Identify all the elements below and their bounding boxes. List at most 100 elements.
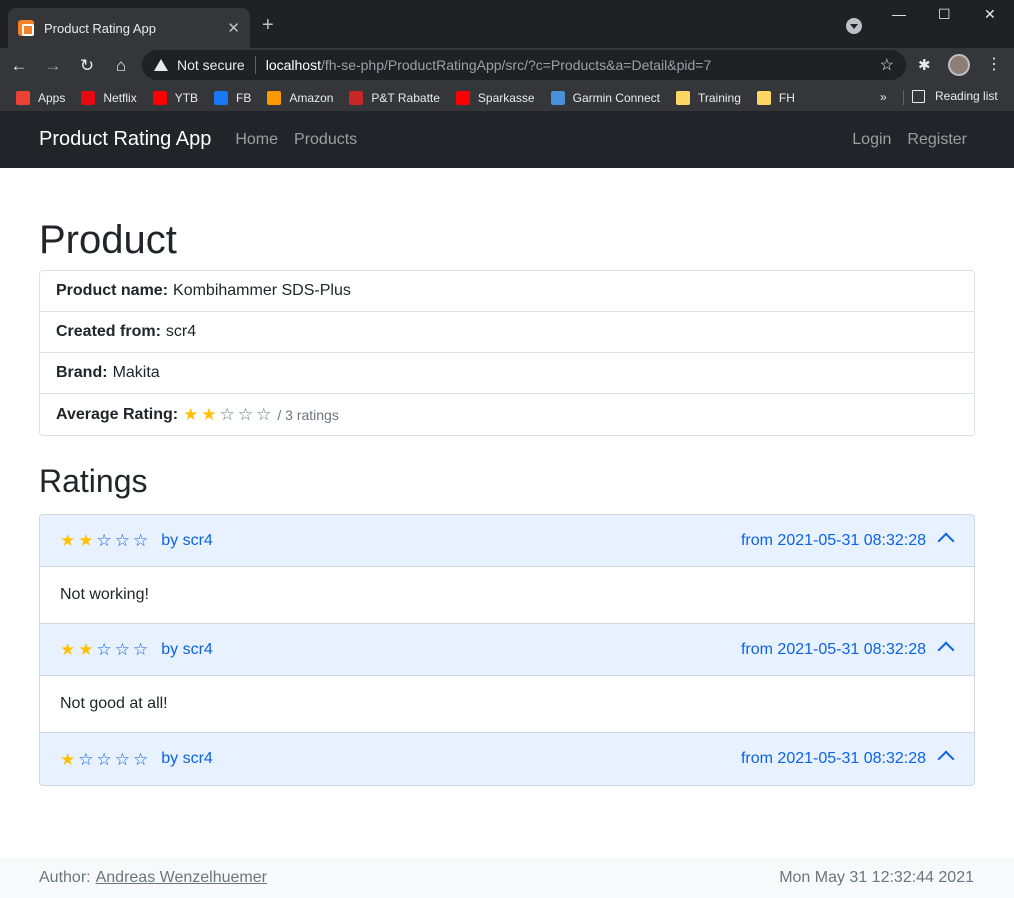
warning-icon <box>154 59 168 71</box>
back-icon[interactable]: ← <box>4 56 34 76</box>
author-link[interactable]: Andreas Wenzelhuemer <box>96 869 267 887</box>
window-close-icon[interactable]: ✕ <box>984 6 996 23</box>
ratings-heading: Ratings <box>39 463 148 499</box>
rating-header[interactable]: ★ ★ ☆ ☆ ☆ by scr4 from 2021-05-31 08:32:28 <box>40 624 974 676</box>
nav-home[interactable]: Home <box>235 131 278 149</box>
close-tab-icon[interactable]: ✕ <box>227 19 240 37</box>
rating-header[interactable]: ★ ☆ ☆ ☆ ☆ by scr4 from 2021-05-31 08:32:28 <box>40 733 974 785</box>
bookmark-item[interactable]: Amazon <box>267 90 334 105</box>
brand-row: Brand: Makita <box>40 353 974 394</box>
bookmark-label: Amazon <box>289 90 334 105</box>
rating-comment: Not good at all! <box>40 676 974 733</box>
bookmark-icon <box>16 90 30 105</box>
bookmark-item[interactable]: Apps <box>16 90 65 105</box>
empty-star-icon: ☆ <box>78 749 94 769</box>
product-details: Product name: Kombihammer SDS-Plus Creat… <box>39 270 975 436</box>
bookmark-item[interactable]: Training <box>675 90 741 105</box>
empty-star-icon: ☆ <box>133 749 149 769</box>
rating-author: by scr4 <box>161 750 213 767</box>
average-rating-stars: ★ ★ ☆ ☆ ☆ <box>183 406 274 423</box>
bookmark-item[interactable]: Garmin Connect <box>550 90 660 105</box>
bookmark-label: FB <box>236 90 252 105</box>
empty-star-icon: ☆ <box>237 405 254 424</box>
filled-star-icon: ★ <box>78 640 94 659</box>
bookmark-label: YTB <box>174 90 199 105</box>
bookmarks-divider <box>903 90 904 105</box>
maximize-icon[interactable]: ☐ <box>938 6 951 23</box>
bookmark-label: Garmin Connect <box>572 90 660 105</box>
empty-star-icon: ☆ <box>96 531 112 550</box>
bookmark-icon <box>550 90 565 105</box>
rating-count: / 3 ratings <box>277 406 339 423</box>
tab-bar: Product Rating App ✕ + — ☐ ✕ <box>0 0 1014 48</box>
nav-login[interactable]: Login <box>852 131 891 149</box>
rating-author: by scr4 <box>161 640 213 658</box>
rating-stars: ★ ★ ☆ ☆ ☆ <box>60 532 151 549</box>
bookmark-item[interactable]: Netflix <box>81 90 137 105</box>
tab-search-icon[interactable] <box>846 18 862 34</box>
rating-author: by scr4 <box>161 531 213 549</box>
empty-star-icon: ☆ <box>96 640 112 659</box>
nav-products[interactable]: Products <box>294 131 357 149</box>
more-bookmarks-icon[interactable]: » <box>880 90 887 104</box>
omnibox-divider <box>254 56 256 74</box>
bookmark-label: Training <box>697 90 741 105</box>
page-footer: Author: Andreas Wenzelhuemer Mon May 31 … <box>0 857 1014 898</box>
security-label: Not secure <box>177 57 245 73</box>
bookmark-icon <box>756 90 771 105</box>
bookmark-item[interactable]: Sparkasse <box>455 90 535 105</box>
rating-comment: Not working! <box>40 567 974 624</box>
bookmark-item[interactable]: FB <box>214 90 252 105</box>
app-navbar: Product Rating App Home Products Login R… <box>0 111 1014 168</box>
url-host: localhost <box>265 57 321 73</box>
address-bar[interactable]: Not secure localhost /fh-se-php/ProductR… <box>142 50 906 80</box>
reload-icon[interactable]: ↻ <box>72 56 102 76</box>
product-name-label: Product name: <box>56 282 169 299</box>
bookmark-icon <box>267 90 282 105</box>
browser-tab[interactable]: Product Rating App ✕ <box>8 8 250 48</box>
bookmark-item[interactable]: FH <box>756 90 795 105</box>
new-tab-icon[interactable]: + <box>262 14 274 37</box>
rating-stars: ★ ☆ ☆ ☆ ☆ <box>60 751 151 768</box>
bookmark-star-icon[interactable]: ☆ <box>880 55 894 75</box>
brand-label: Brand: <box>56 364 108 381</box>
rating-date: from 2021-05-31 08:32:28 <box>740 750 926 767</box>
profile-avatar[interactable] <box>948 54 970 76</box>
nav-register[interactable]: Register <box>907 131 967 149</box>
product-heading: Product <box>39 218 177 262</box>
reading-list-icon <box>912 89 925 103</box>
bookmarks-bar: Apps Netflix YTB FB Amazon P&T Rabatte Sparkas… <box>0 84 1014 111</box>
home-icon[interactable]: ⌂ <box>106 56 136 76</box>
minimize-icon[interactable]: — <box>892 6 906 22</box>
rating-date: from 2021-05-31 08:32:28 <box>740 531 926 549</box>
average-rating-label: Average Rating: <box>56 405 179 423</box>
chevron-up-icon[interactable] <box>937 532 955 550</box>
reading-list-button[interactable]: Reading list <box>912 89 998 103</box>
rating-date: from 2021-05-31 08:32:28 <box>740 640 926 658</box>
author-label: Author: <box>39 868 91 886</box>
navbar-right: Login Register <box>836 111 967 168</box>
empty-star-icon: ☆ <box>114 640 130 659</box>
empty-star-icon: ☆ <box>133 640 149 659</box>
rating-header[interactable]: ★ ★ ☆ ☆ ☆ by scr4 from 2021-05-31 08:32:28 <box>40 515 974 567</box>
bookmark-icon <box>152 90 167 105</box>
url-path: /fh-se-php/ProductRatingApp/src/?c=Produ… <box>320 57 712 73</box>
bookmark-item[interactable]: YTB <box>152 90 199 105</box>
chevron-up-icon[interactable] <box>937 641 955 659</box>
product-name-value: Kombihammer SDS-Plus <box>173 282 351 299</box>
browser-menu-icon[interactable]: ⋮ <box>986 54 1002 74</box>
main-content: Product Product name: Kombihammer SDS-Pl… <box>0 218 1014 786</box>
chevron-up-icon[interactable] <box>937 750 955 768</box>
bookmark-icon <box>675 90 690 105</box>
average-rating-row: Average Rating: ★ ★ ☆ ☆ ☆ / 3 ratings <box>40 394 974 435</box>
extensions-icon[interactable]: ✱ <box>918 56 931 74</box>
navbar-brand[interactable]: Product Rating App <box>39 128 211 151</box>
empty-star-icon: ☆ <box>219 405 235 424</box>
bookmark-icon <box>81 90 96 105</box>
bookmark-item[interactable]: P&T Rabatte <box>349 90 440 105</box>
rating-stars: ★ ★ ☆ ☆ ☆ <box>60 641 151 658</box>
bookmark-icon <box>455 90 470 105</box>
created-from-row: Created from: scr4 <box>40 312 974 353</box>
browser-toolbar: ← → ↻ ⌂ Not secure localhost /fh-se-php/… <box>0 48 1014 84</box>
forward-icon[interactable]: → <box>38 56 68 76</box>
